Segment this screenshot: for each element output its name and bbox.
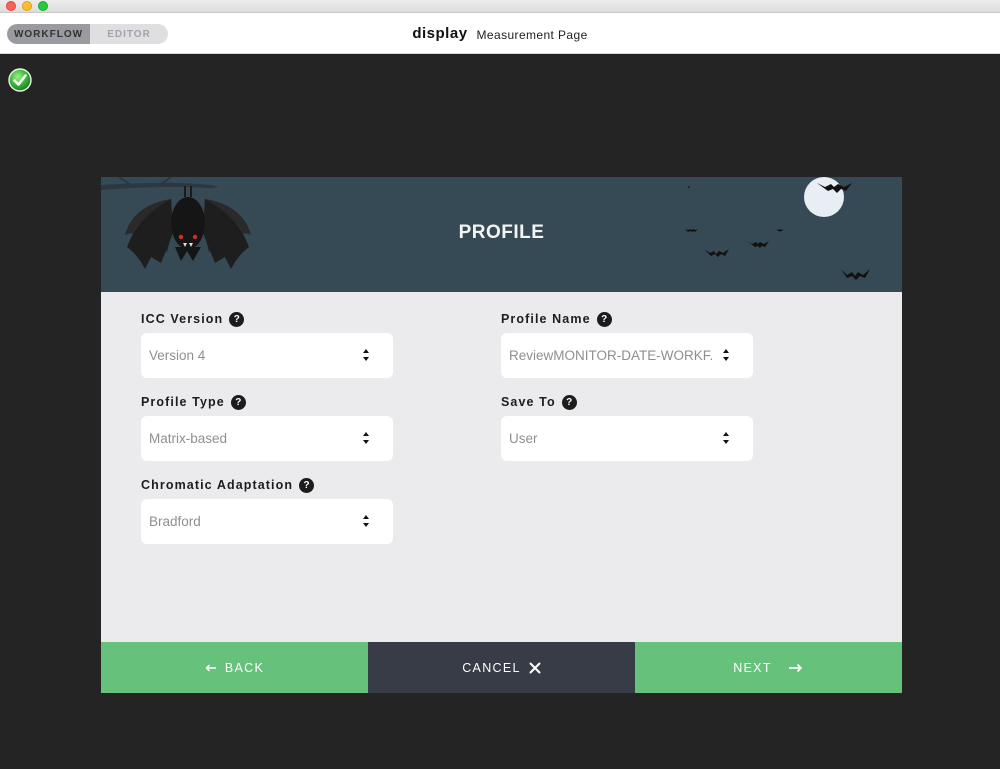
chromatic-adaptation-select[interactable]: Bradford [141, 499, 393, 544]
chromatic-adaptation-field: Chromatic Adaptation ? Bradford [141, 477, 393, 544]
cancel-button-label: CANCEL [462, 660, 521, 675]
profile-card: PROFILE ICC Version ? Version 4 Profile … [101, 177, 902, 693]
select-arrows-icon [363, 515, 369, 527]
zoom-window-button[interactable] [38, 1, 48, 11]
back-button-label: BACK [224, 660, 265, 675]
chromatic-adaptation-value: Bradford [149, 514, 201, 529]
chromatic-adaptation-label: Chromatic Adaptation [141, 478, 294, 492]
moon-icon [804, 177, 844, 217]
profile-type-select[interactable]: Matrix-based [141, 416, 393, 461]
profile-title: PROFILE [458, 222, 545, 243]
help-icon[interactable]: ? [299, 477, 315, 493]
select-arrows-icon [363, 349, 369, 361]
help-icon[interactable]: ? [596, 311, 612, 327]
profile-name-field: Profile Name ? ReviewMONITOR-DATE-WORKF.… [501, 311, 753, 378]
select-arrows-icon [723, 432, 729, 444]
close-window-button[interactable] [6, 1, 16, 11]
save-to-value: User [509, 431, 538, 446]
check-circle-icon [8, 68, 32, 92]
help-icon[interactable]: ? [561, 394, 577, 410]
save-to-select[interactable]: User [501, 416, 753, 461]
profile-name-label: Profile Name [501, 312, 591, 326]
profile-type-value: Matrix-based [149, 431, 228, 446]
next-button[interactable]: NEXT [635, 642, 902, 693]
app-header: WORKFLOW EDITOR display Measurement Page [0, 13, 1000, 54]
header-title: display Measurement Page [0, 13, 1000, 54]
profile-type-label: Profile Type [141, 395, 225, 409]
help-icon[interactable]: ? [229, 311, 245, 327]
cancel-button[interactable]: CANCEL [368, 642, 635, 693]
window-titlebar [0, 0, 1000, 13]
profile-type-field: Profile Type ? Matrix-based [141, 394, 393, 461]
select-arrows-icon [723, 349, 729, 361]
icc-version-select[interactable]: Version 4 [141, 333, 393, 378]
page-name: Measurement Page [476, 27, 588, 42]
icc-version-label: ICC Version [141, 312, 224, 326]
profile-banner: PROFILE [101, 177, 902, 292]
close-icon [529, 662, 541, 673]
wizard-footer: BACK CANCEL NEXT [101, 642, 902, 693]
app-name: display [412, 25, 468, 42]
icc-version-field: ICC Version ? Version 4 [141, 311, 393, 378]
select-arrows-icon [363, 432, 369, 444]
save-to-field: Save To ? User [501, 394, 753, 461]
icc-version-value: Version 4 [149, 348, 206, 363]
next-button-label: NEXT [733, 660, 772, 675]
back-button[interactable]: BACK [101, 642, 368, 693]
profile-name-select[interactable]: ReviewMONITOR-DATE-WORKF... [501, 333, 753, 378]
save-to-label: Save To [501, 395, 556, 409]
help-icon[interactable]: ? [230, 394, 246, 410]
arrow-left-icon [205, 663, 216, 672]
profile-name-value: ReviewMONITOR-DATE-WORKF... [509, 348, 714, 363]
arrow-right-icon [788, 663, 802, 672]
minimize-window-button[interactable] [22, 1, 32, 11]
